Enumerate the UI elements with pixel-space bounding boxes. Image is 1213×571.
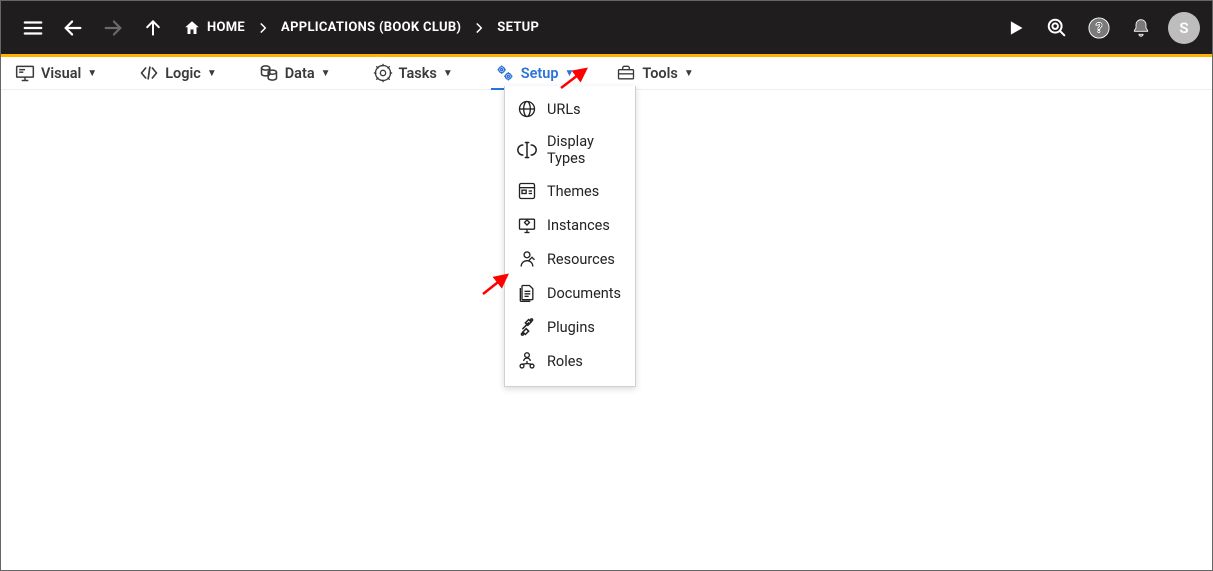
menu-setup-label: Setup [521,65,559,82]
svg-text:?: ? [1096,20,1103,36]
setup-urls-label: URLs [547,101,581,118]
roles-icon [517,351,537,371]
hamburger-menu-icon[interactable] [13,8,53,48]
top-bar: HOME APPLICATIONS (BOOK CLUB) SETUP [1,1,1212,54]
home-icon [183,19,201,37]
help-icon[interactable]: ? [1078,8,1120,48]
bell-icon[interactable] [1120,8,1162,48]
nav-back-icon[interactable] [53,8,93,48]
gear-icon [373,63,393,83]
resources-icon [517,249,537,269]
setup-item-urls[interactable]: URLs [505,92,635,126]
menu-tools[interactable]: Tools ▼ [612,57,697,89]
setup-instances-label: Instances [547,217,610,234]
chevron-right-icon [251,8,275,48]
menu-tools-label: Tools [642,65,677,82]
setup-item-themes[interactable]: Themes [505,174,635,208]
setup-themes-label: Themes [547,183,599,200]
chevron-down-icon: ▼ [321,68,331,79]
menu-data[interactable]: Data ▼ [255,57,335,89]
nav-forward-icon [93,8,133,48]
chevron-right-icon [467,8,491,48]
breadcrumb: HOME APPLICATIONS (BOOK CLUB) SETUP [177,8,545,48]
breadcrumb-page-label: SETUP [497,20,539,35]
setup-dropdown: URLs Display Types Themes Instances Reso… [504,86,636,387]
menu-setup[interactable]: Setup ▼ [491,57,579,89]
menu-visual-label: Visual [41,65,81,82]
instances-icon [517,215,537,235]
setup-item-plugins[interactable]: Plugins [505,310,635,344]
globe-icon [517,99,537,119]
play-icon[interactable] [994,8,1036,48]
chevron-down-icon: ▼ [565,68,575,79]
setup-item-instances[interactable]: Instances [505,208,635,242]
chevron-down-icon: ▼ [443,68,453,79]
search-icon[interactable] [1036,8,1078,48]
breadcrumb-setup[interactable]: SETUP [491,8,545,48]
menu-tasks[interactable]: Tasks ▼ [369,57,457,89]
setup-item-display-types[interactable]: Display Types [505,126,635,174]
setup-item-resources[interactable]: Resources [505,242,635,276]
setup-plugins-label: Plugins [547,319,595,336]
database-icon [259,63,279,83]
plugins-icon [517,317,537,337]
setup-documents-label: Documents [547,285,621,302]
documents-icon [517,283,537,303]
nav-up-icon[interactable] [133,8,173,48]
menu-tasks-label: Tasks [399,65,437,82]
setup-item-documents[interactable]: Documents [505,276,635,310]
code-icon [139,63,159,83]
setup-roles-label: Roles [547,353,583,370]
display-types-icon [517,140,537,160]
chevron-down-icon: ▼ [207,68,217,79]
toolbox-icon [616,63,636,83]
menu-logic[interactable]: Logic ▼ [135,57,221,89]
chevron-down-icon: ▼ [684,68,694,79]
menu-data-label: Data [285,65,315,82]
monitor-icon [15,63,35,83]
setup-resources-label: Resources [547,251,615,268]
menu-logic-label: Logic [165,65,201,82]
setup-display-types-label: Display Types [547,133,623,167]
gears-icon [495,63,515,83]
breadcrumb-home-label: HOME [207,20,245,35]
breadcrumb-home[interactable]: HOME [177,8,251,48]
avatar-initial: S [1179,19,1188,37]
avatar[interactable]: S [1168,12,1200,44]
breadcrumb-app-label: APPLICATIONS (BOOK CLUB) [281,20,461,35]
breadcrumb-applications[interactable]: APPLICATIONS (BOOK CLUB) [275,8,467,48]
themes-icon [517,181,537,201]
setup-item-roles[interactable]: Roles [505,344,635,378]
chevron-down-icon: ▼ [87,68,97,79]
menu-visual[interactable]: Visual ▼ [11,57,101,89]
